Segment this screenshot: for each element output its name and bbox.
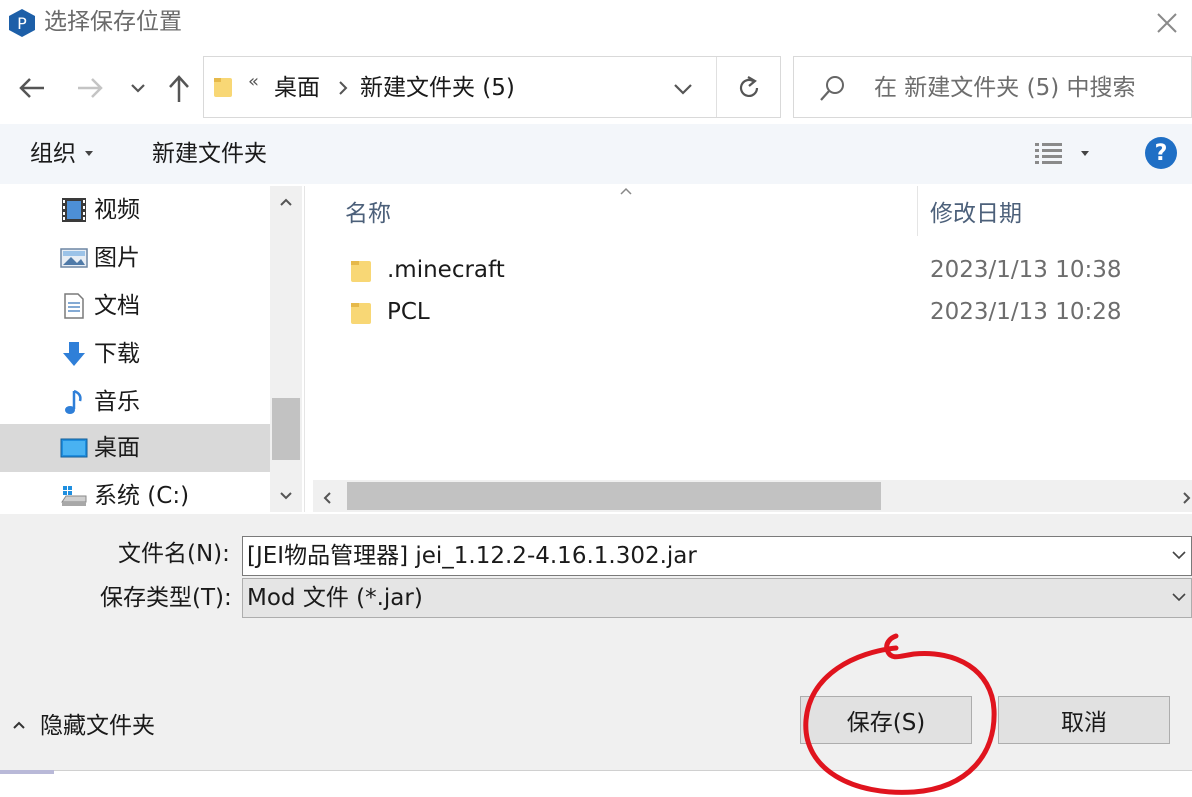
view-details-icon[interactable]	[1034, 140, 1064, 168]
address-divider	[716, 57, 717, 117]
column-divider[interactable]	[917, 186, 918, 236]
filetype-select[interactable]: Mod 文件 (*.jar)	[242, 578, 1192, 618]
chevron-right-icon[interactable]	[334, 75, 352, 101]
back-arrow-icon[interactable]	[14, 70, 50, 106]
filetype-value: Mod 文件 (*.jar)	[247, 585, 423, 611]
chevron-down-icon[interactable]	[126, 74, 150, 102]
sidebar-item-documents[interactable]: 文档	[0, 282, 270, 330]
address-overflow-chevron[interactable]: «	[248, 71, 259, 92]
organize-menu-button[interactable]: 组织	[30, 138, 76, 170]
search-input[interactable]: 在 新建文件夹 (5) 中搜索	[874, 73, 1136, 103]
file-date: 2023/1/13 10:38	[930, 257, 1122, 283]
column-header-name[interactable]: 名称	[345, 198, 391, 230]
refresh-icon[interactable]	[734, 73, 764, 103]
sidebar-item-label: 下载	[94, 341, 140, 367]
chevron-right-icon[interactable]	[1181, 490, 1192, 506]
navigation-scrollbar[interactable]	[270, 186, 302, 512]
taskbar-accent	[0, 770, 54, 774]
help-button[interactable]: ?	[1145, 137, 1177, 169]
filename-input[interactable]: [JEI物品管理器] jei_1.12.2-4.16.1.302.jar	[242, 536, 1192, 576]
sidebar-item-music[interactable]: 音乐	[0, 378, 270, 426]
sidebar-item-label: 桌面	[94, 435, 140, 461]
window-bottom-edge	[0, 770, 1192, 797]
drive-icon	[61, 486, 87, 506]
scrollbar-thumb[interactable]	[272, 398, 300, 460]
breadcrumb-current-folder[interactable]: 新建文件夹 (5)	[360, 73, 515, 103]
chevron-down-icon[interactable]	[670, 77, 696, 101]
sidebar-item-downloads[interactable]: 下载	[0, 330, 270, 378]
table-row[interactable]: PCL 2023/1/13 10:28	[305, 292, 1192, 332]
table-row[interactable]: .minecraft 2023/1/13 10:38	[305, 250, 1192, 290]
save-button[interactable]: 保存(S)	[800, 696, 972, 744]
title-bar: P 选择保存位置	[0, 0, 1192, 46]
app-logo-letter: P	[17, 14, 27, 33]
filename-label: 文件名(N):	[118, 541, 230, 567]
save-form: 文件名(N): [JEI物品管理器] jei_1.12.2-4.16.1.302…	[0, 514, 1192, 797]
folder-icon	[351, 261, 371, 282]
breadcrumb-desktop[interactable]: 桌面	[274, 73, 320, 103]
sidebar-item-system-drive[interactable]: 系统 (C:)	[0, 472, 270, 512]
file-name: .minecraft	[387, 257, 505, 283]
music-icon	[65, 389, 82, 414]
sort-ascending-icon	[620, 187, 632, 195]
sidebar-item-label: 音乐	[94, 389, 140, 415]
new-folder-button[interactable]: 新建文件夹	[152, 138, 267, 170]
video-icon	[62, 198, 86, 222]
sidebar-item-label: 视频	[94, 197, 140, 223]
column-header-date[interactable]: 修改日期	[930, 198, 1022, 230]
search-icon	[820, 76, 844, 101]
sidebar-item-label: 系统 (C:)	[94, 483, 190, 509]
sidebar-item-videos[interactable]: 视频	[0, 186, 270, 234]
sidebar-item-label: 文档	[94, 293, 140, 319]
filetype-label: 保存类型(T):	[100, 585, 232, 611]
desktop-icon	[60, 438, 88, 458]
chevron-down-icon[interactable]	[278, 490, 294, 502]
cancel-button[interactable]: 取消	[998, 696, 1170, 744]
hide-folders-label: 隐藏文件夹	[40, 713, 155, 739]
close-icon	[1157, 13, 1177, 33]
up-arrow-icon[interactable]	[162, 70, 196, 106]
window-title: 选择保存位置	[44, 9, 182, 35]
app-logo-icon: P	[9, 9, 35, 37]
close-button[interactable]	[1142, 0, 1192, 46]
chevron-down-icon[interactable]	[1171, 549, 1187, 561]
address-bar[interactable]: « 桌面 新建文件夹 (5)	[203, 56, 781, 118]
file-name: PCL	[387, 299, 430, 325]
chevron-left-icon[interactable]	[321, 490, 333, 506]
navigation-pane: 视频 图片 文档 下载 音乐 桌面 系统 (C:)	[0, 186, 302, 512]
document-icon	[64, 293, 84, 319]
chevron-up-icon	[13, 721, 25, 729]
picture-icon	[60, 248, 88, 268]
download-icon	[63, 342, 85, 366]
file-date: 2023/1/13 10:28	[930, 299, 1122, 325]
horizontal-scrollbar[interactable]	[313, 480, 1192, 512]
command-toolbar: 组织 新建文件夹 ?	[0, 124, 1192, 184]
forward-arrow-icon[interactable]	[72, 70, 108, 106]
filename-value[interactable]: [JEI物品管理器] jei_1.12.2-4.16.1.302.jar	[247, 540, 697, 572]
sidebar-item-label: 图片	[94, 245, 140, 271]
navigation-bar: « 桌面 新建文件夹 (5) 在 新建文件夹 (5) 中搜索	[0, 54, 1192, 118]
folder-icon	[351, 303, 371, 324]
chevron-down-icon[interactable]	[1171, 591, 1187, 603]
search-box[interactable]: 在 新建文件夹 (5) 中搜索	[793, 56, 1192, 118]
folder-icon	[214, 78, 232, 97]
chevron-up-icon[interactable]	[278, 196, 294, 208]
sidebar-item-desktop[interactable]: 桌面	[0, 424, 270, 472]
caret-down-icon[interactable]	[1080, 150, 1090, 158]
scrollbar-thumb[interactable]	[347, 482, 881, 510]
caret-down-icon[interactable]	[84, 150, 94, 158]
file-list: 名称 修改日期 .minecraft 2023/1/13 10:38 PCL 2…	[304, 186, 1192, 512]
sidebar-item-pictures[interactable]: 图片	[0, 234, 270, 282]
